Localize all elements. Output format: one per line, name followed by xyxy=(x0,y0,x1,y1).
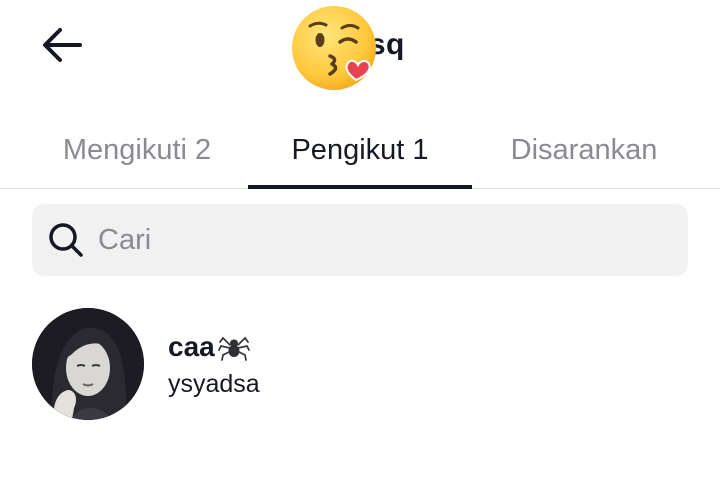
tab-following[interactable]: Mengikuti 2 xyxy=(30,112,244,188)
active-tab-indicator xyxy=(248,185,472,189)
spider-icon xyxy=(217,336,250,361)
list-item[interactable]: caa ysyadsa xyxy=(0,300,720,426)
user-handle: ysyadsa xyxy=(168,370,260,398)
header: nsq xyxy=(0,0,720,100)
tab-followers[interactable]: Pengikut 1 xyxy=(248,112,472,188)
kissing-face-emoji-icon xyxy=(292,6,376,90)
user-display-name: caa xyxy=(168,331,215,362)
followers-screen: nsq Mengikuti 2 Pengikut 1 Disarankan Ca… xyxy=(0,0,720,499)
avatar[interactable] xyxy=(32,308,144,420)
search-bar[interactable] xyxy=(32,204,688,276)
arrow-left-icon xyxy=(40,27,84,68)
search-input[interactable] xyxy=(96,209,660,271)
back-button[interactable] xyxy=(34,22,90,72)
tab-suggested[interactable]: Disarankan xyxy=(484,112,684,188)
user-name-line: caa xyxy=(168,330,251,364)
tab-bar: Mengikuti 2 Pengikut 1 Disarankan xyxy=(0,112,720,189)
search-icon xyxy=(46,220,86,260)
